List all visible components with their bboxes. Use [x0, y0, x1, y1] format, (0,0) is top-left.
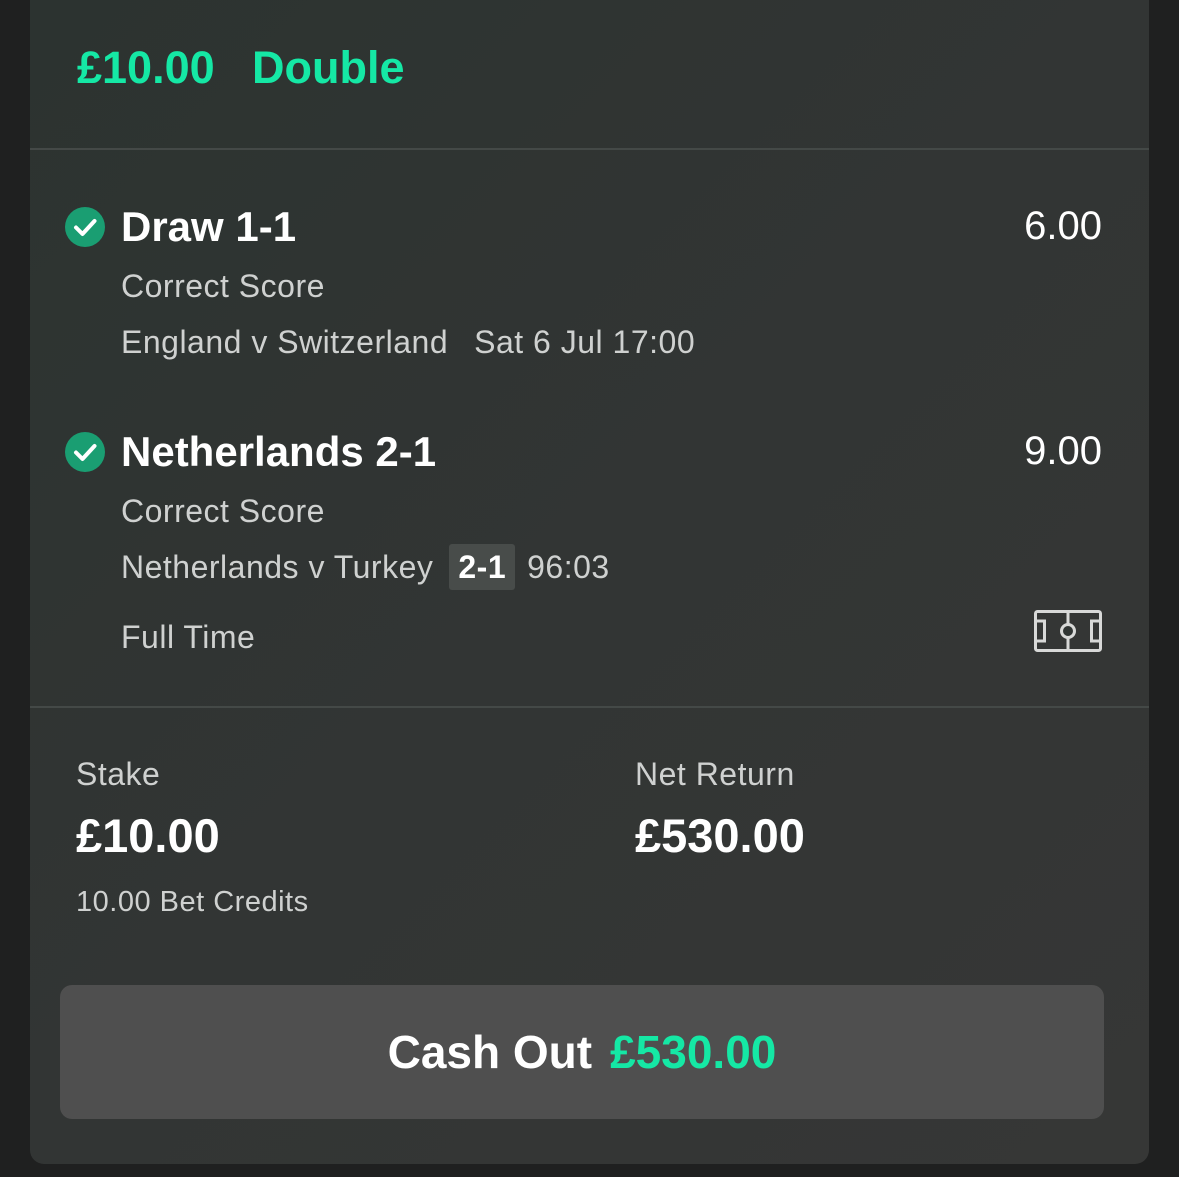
selection-odds: 6.00: [1024, 204, 1102, 248]
stake-label: Stake: [76, 756, 161, 792]
pitch-icon[interactable]: [1034, 610, 1102, 652]
selection-event: Netherlands v Turkey: [121, 549, 434, 585]
selection-title: Netherlands 2-1: [121, 428, 437, 475]
header-bet-type: Double: [252, 42, 405, 93]
cash-out-button[interactable]: Cash Out £530.00: [60, 985, 1104, 1119]
header-divider: [30, 148, 1149, 150]
header-stake: £10.00: [77, 42, 215, 93]
stake-value: £10.00: [76, 809, 220, 862]
cash-out-amount: £530.00: [610, 1026, 777, 1078]
bet-card: £10.00 Double Draw 1-1 6.00 Correct Scor…: [30, 0, 1149, 1164]
cash-out-label: Cash Out: [387, 1026, 593, 1078]
summary-divider: [30, 706, 1149, 708]
score-badge: 2-1: [449, 544, 516, 590]
net-return-label: Net Return: [635, 756, 795, 792]
selection-market: Correct Score: [121, 493, 325, 529]
selection-kickoff: Sat 6 Jul 17:00: [474, 324, 696, 360]
selection-event: England v Switzerland: [121, 324, 449, 360]
selection-odds: 9.00: [1024, 429, 1102, 473]
net-return-value: £530.00: [635, 809, 805, 862]
bet-credits: 10.00 Bet Credits: [76, 886, 309, 918]
selection-market: Correct Score: [121, 268, 325, 304]
match-clock: 96:03: [527, 549, 610, 585]
check-circle-icon: [65, 207, 105, 247]
check-circle-icon: [65, 432, 105, 472]
selection-event-line: England v Switzerland Sat 6 Jul 17:00: [121, 324, 695, 361]
bet-header[interactable]: £10.00 Double: [30, 0, 1149, 148]
selection-title: Draw 1-1: [121, 203, 297, 250]
match-status: Full Time: [121, 619, 256, 655]
selection-event-line: Netherlands v Turkey 2-1 96:03: [121, 544, 610, 590]
